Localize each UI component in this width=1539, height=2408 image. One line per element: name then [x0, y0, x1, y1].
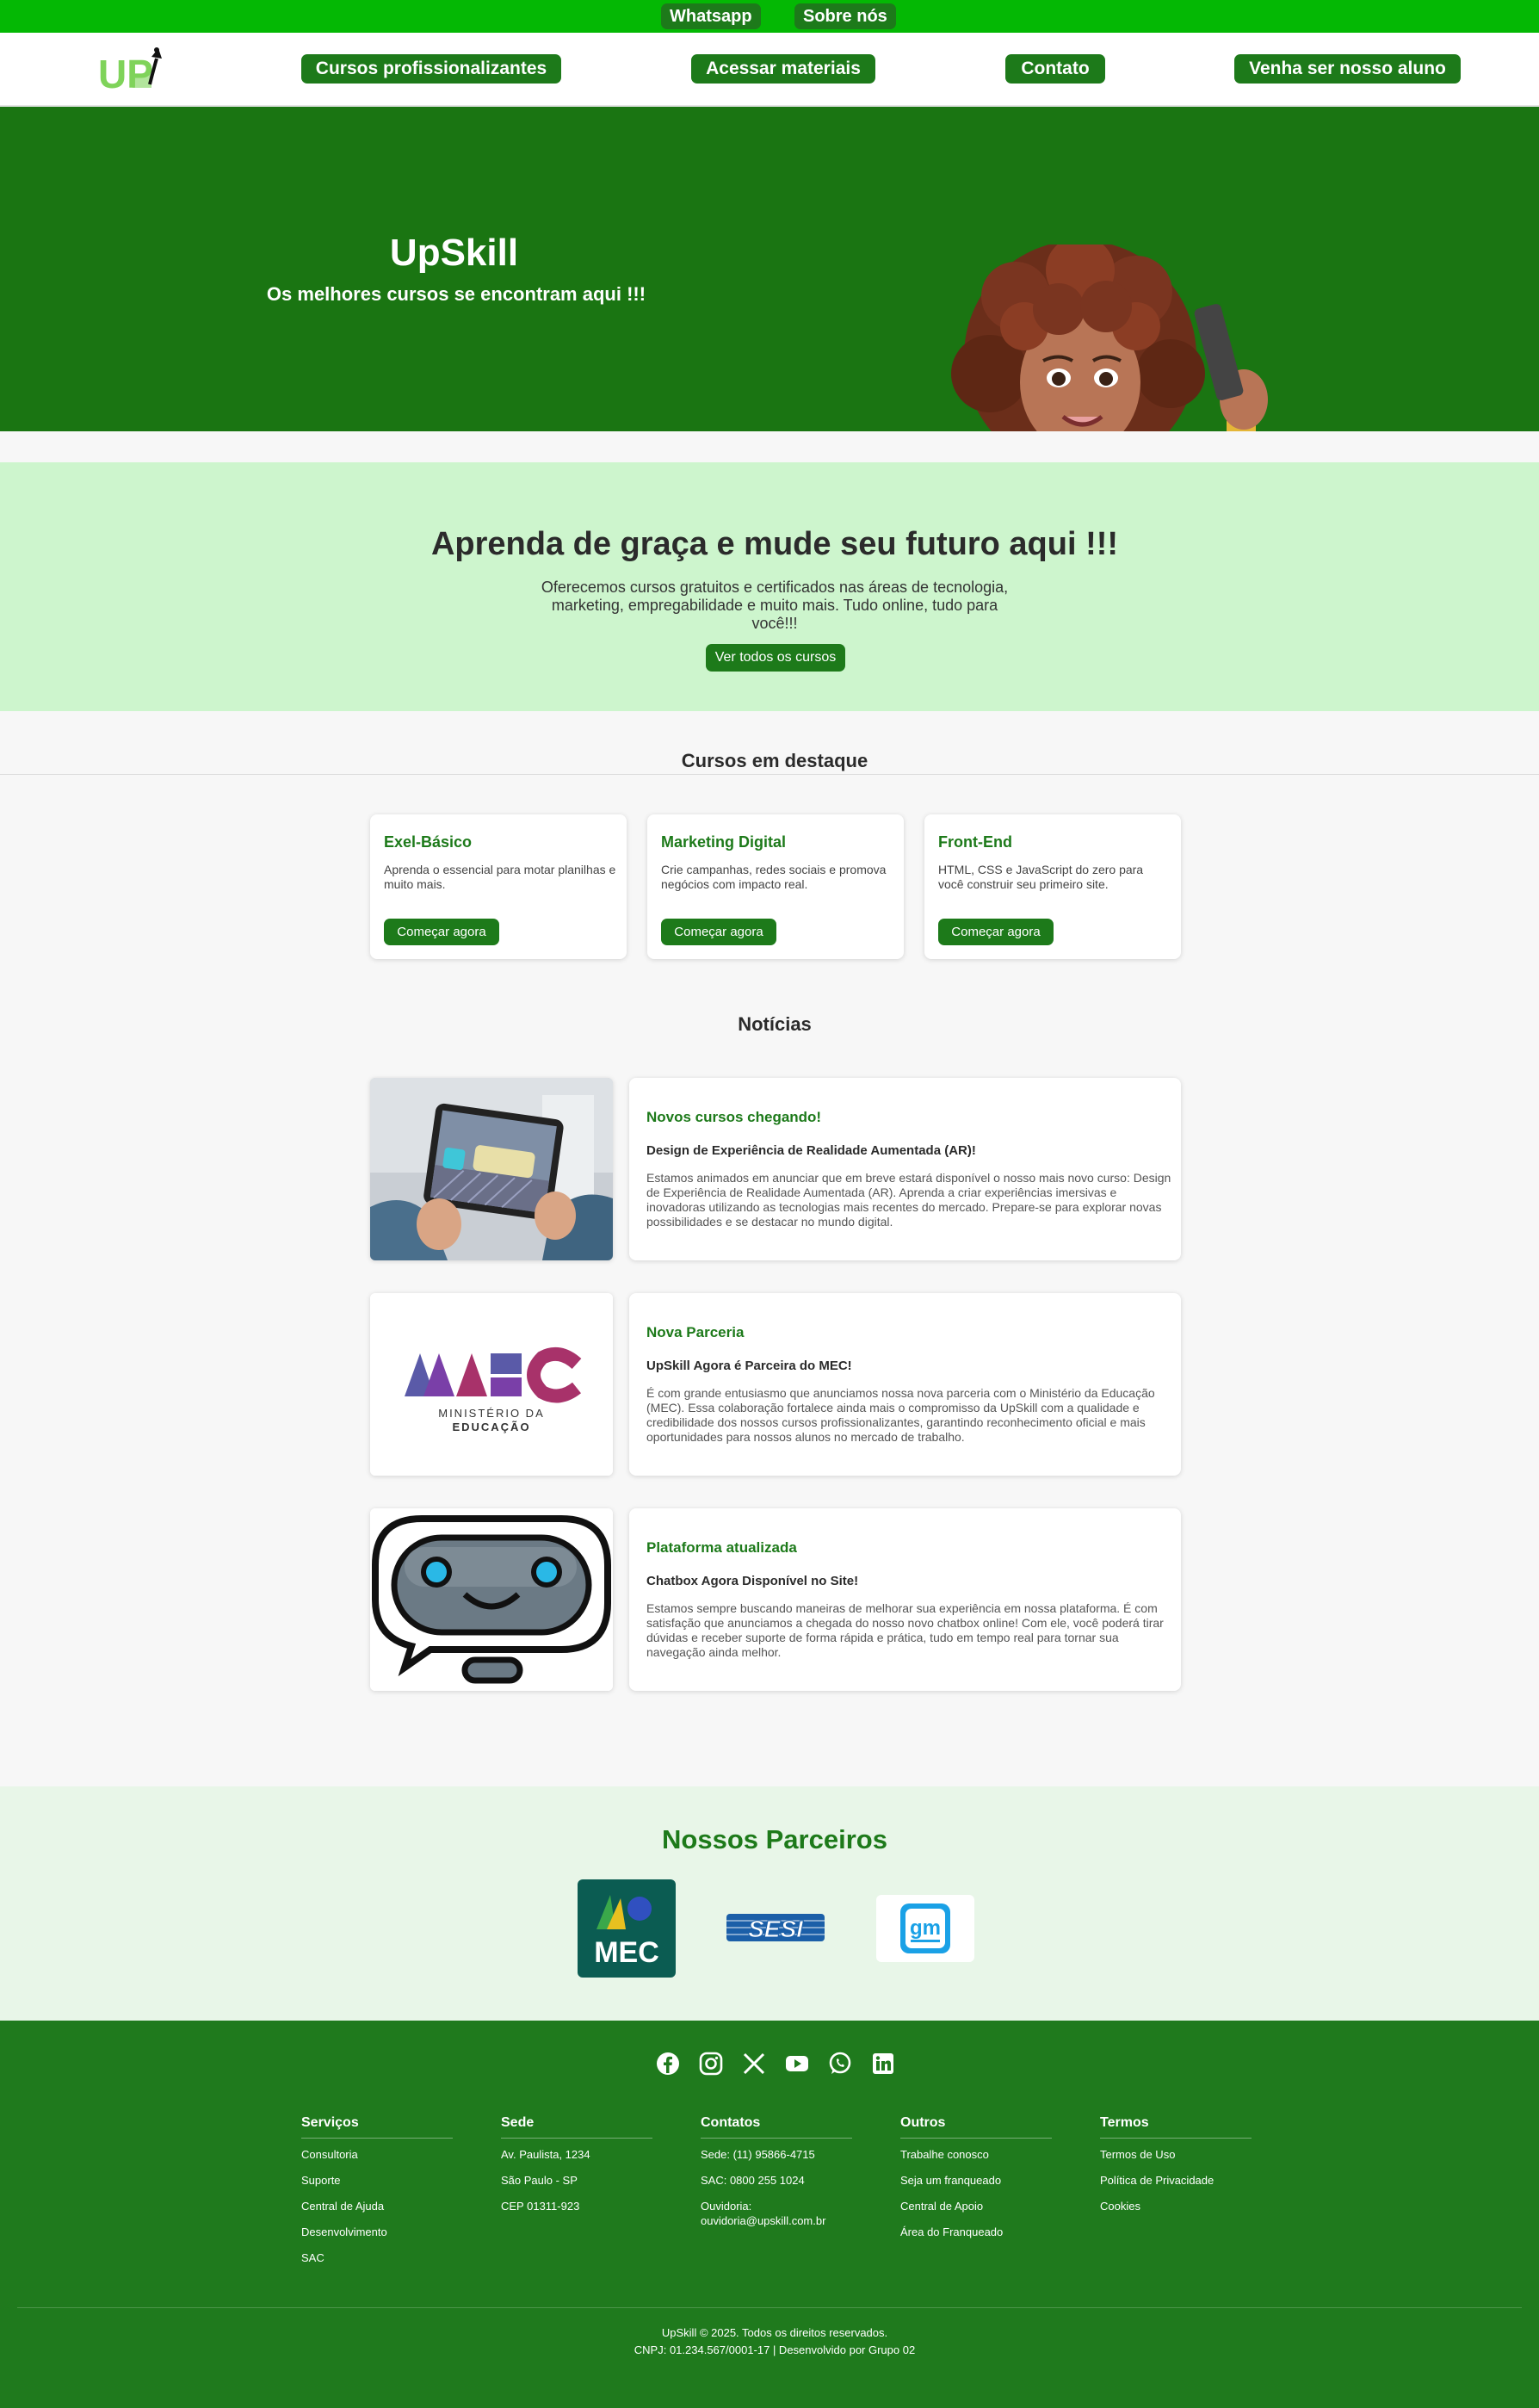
instagram-icon[interactable]: [698, 2051, 724, 2077]
top-bar: Whatsapp Sobre nós: [0, 0, 1539, 33]
footer-link[interactable]: Desenvolvimento: [301, 2225, 453, 2239]
promo-title: Aprenda de graça e mude seu futuro aqui …: [430, 526, 1119, 562]
footer-col-services: Serviços Consultoria Suporte Central de …: [301, 2115, 453, 2276]
nav-materials[interactable]: Acessar materiais: [691, 54, 875, 84]
partner-logo-mec[interactable]: MEC: [578, 1879, 676, 1978]
footer-copyright: UpSkill © 2025. Todos os direitos reserv…: [661, 2326, 888, 2339]
footer-link[interactable]: Central de Ajuda: [301, 2199, 453, 2213]
footer-text: Av. Paulista, 1234: [501, 2148, 590, 2161]
main-nav: UP Cursos profissionalizantes Acessar ma…: [0, 33, 1539, 107]
course-name: Exel-Básico: [384, 833, 473, 851]
news-title: Notícias: [738, 1013, 812, 1035]
linkedin-icon[interactable]: [870, 2051, 896, 2077]
nav-contact[interactable]: Contato: [1005, 54, 1105, 84]
footer-link[interactable]: SAC: [301, 2250, 453, 2265]
news-heading[interactable]: Plataforma atualizada: [646, 1539, 797, 1557]
footer-col-address: Sede Av. Paulista, 1234 São Paulo - SP C…: [501, 2115, 652, 2225]
facebook-icon[interactable]: [655, 2051, 681, 2077]
student-selfie-illustration: [951, 245, 1268, 431]
promo-section: Aprenda de graça e mude seu futuro aqui …: [0, 462, 1539, 711]
mec-line-1: MINISTÉRIO DA: [438, 1407, 545, 1420]
footer-col-title: Contatos: [701, 2115, 852, 2139]
news-text: Estamos sempre buscando maneiras de melh…: [646, 1601, 1164, 1659]
footer-link[interactable]: Central de Apoio: [900, 2199, 1052, 2213]
course-card: Marketing Digital Crie campanhas, redes …: [647, 814, 904, 959]
whatsapp-link[interactable]: Whatsapp: [661, 3, 761, 29]
start-course-button[interactable]: Começar agora: [938, 919, 1054, 945]
footer-link[interactable]: Consultoria: [301, 2147, 453, 2162]
news-text: É com grande entusiasmo que anunciamos n…: [646, 1386, 1155, 1444]
footer-col-title: Sede: [501, 2115, 652, 2139]
whatsapp-icon[interactable]: [827, 2051, 853, 2077]
course-desc: HTML, CSS e JavaScript do zero para você…: [938, 863, 1144, 891]
footer-cnpj: CNPJ: 01.234.567/0001-17 | Desenvolvido …: [634, 2343, 916, 2356]
start-course-button[interactable]: Começar agora: [661, 919, 776, 945]
start-course-button[interactable]: Começar agora: [384, 919, 499, 945]
news-item: Nova Parceria UpSkill Agora é Parceira d…: [629, 1293, 1181, 1476]
footer-email[interactable]: Ouvidoria: ouvidoria@upskill.com.br: [701, 2199, 852, 2228]
news-image-chatbot: [370, 1508, 613, 1691]
news-item: Novos cursos chegando! Design de Experiê…: [629, 1078, 1181, 1260]
site-footer: Serviços Consultoria Suporte Central de …: [0, 2021, 1539, 2408]
promo-text: Oferecemos cursos gratuitos e certificad…: [541, 579, 1009, 632]
upskill-logo[interactable]: UP: [96, 45, 167, 95]
news-subheading: UpSkill Agora é Parceira do MEC!: [646, 1359, 852, 1373]
footer-col-title: Outros: [900, 2115, 1052, 2139]
courses-title: Cursos em destaque: [681, 750, 868, 771]
course-name: Marketing Digital: [661, 833, 787, 851]
news-image-mec: MINISTÉRIO DA EDUCAÇÃO: [370, 1293, 613, 1476]
footer-link[interactable]: Seja um franqueado: [900, 2173, 1052, 2188]
footer-col-contacts: Contatos Sede: (11) 95866-4715 SAC: 0800…: [701, 2115, 852, 2239]
sesi-logo-text: SESI: [748, 1916, 804, 1942]
mec-logo-text: MEC: [594, 1936, 659, 1969]
footer-col-others: Outros Trabalhe conosco Seja um franquea…: [900, 2115, 1052, 2250]
nav-courses[interactable]: Cursos profissionalizantes: [301, 54, 561, 84]
footer-col-title: Termos: [1100, 2115, 1252, 2139]
news-image-ar: [370, 1078, 613, 1260]
partner-logo-gm[interactable]: gm: [876, 1895, 974, 1962]
footer-text: Sede: (11) 95866-4715: [701, 2148, 815, 2161]
course-name: Front-End: [938, 833, 1012, 851]
course-card: Front-End HTML, CSS e JavaScript do zero…: [924, 814, 1181, 959]
course-desc: Crie campanhas, redes sociais e promova …: [661, 863, 887, 891]
hero-banner: UpSkill Os melhores cursos se encontram …: [0, 107, 1539, 431]
partner-logo-sesi[interactable]: SESI: [726, 1910, 825, 1945]
youtube-icon[interactable]: [784, 2051, 810, 2077]
footer-link[interactable]: Termos de Uso: [1100, 2147, 1252, 2162]
footer-link[interactable]: Suporte: [301, 2173, 453, 2188]
footer-text: CEP 01311-923: [501, 2200, 580, 2213]
mec-line-2: EDUCAÇÃO: [452, 1421, 530, 1433]
news-heading[interactable]: Nova Parceria: [646, 1324, 744, 1341]
footer-link[interactable]: Cookies: [1100, 2199, 1252, 2213]
news-subheading: Chatbox Agora Disponível no Site!: [646, 1574, 859, 1588]
section-divider: [0, 774, 1539, 775]
footer-link[interactable]: Área do Franqueado: [900, 2225, 1052, 2239]
footer-link[interactable]: Trabalhe conosco: [900, 2147, 1052, 2162]
course-desc: Aprenda o essencial para motar planilhas…: [384, 863, 616, 891]
news-text: Estamos animados em anunciar que em brev…: [646, 1171, 1171, 1229]
course-card: Exel-Básico Aprenda o essencial para mot…: [370, 814, 627, 959]
footer-col-title: Serviços: [301, 2115, 453, 2139]
news-heading[interactable]: Novos cursos chegando!: [646, 1109, 821, 1126]
hero-title: UpSkill: [389, 232, 519, 274]
hero-subtitle: Os melhores cursos se encontram aqui !!!: [266, 283, 646, 305]
footer-col-terms: Termos Termos de Uso Política de Privaci…: [1100, 2115, 1252, 2225]
partners-title: Nossos Parceiros: [662, 1824, 887, 1854]
logo-text: UP: [98, 52, 153, 95]
x-icon[interactable]: [741, 2051, 767, 2077]
footer-divider: [17, 2307, 1522, 2308]
view-all-courses-button[interactable]: Ver todos os cursos: [706, 644, 845, 672]
footer-text: São Paulo - SP: [501, 2174, 578, 2187]
footer-text: SAC: 0800 255 1024: [701, 2174, 805, 2187]
news-item: Plataforma atualizada Chatbox Agora Disp…: [629, 1508, 1181, 1691]
nav-enroll[interactable]: Venha ser nosso aluno: [1234, 54, 1461, 84]
about-link[interactable]: Sobre nós: [794, 3, 896, 29]
footer-link[interactable]: Política de Privacidade: [1100, 2173, 1252, 2188]
news-subheading: Design de Experiência de Realidade Aumen…: [646, 1143, 976, 1158]
gm-logo-text: gm: [910, 1916, 941, 1940]
partners-section: Nossos Parceiros MEC SESI gm: [0, 1786, 1539, 2021]
